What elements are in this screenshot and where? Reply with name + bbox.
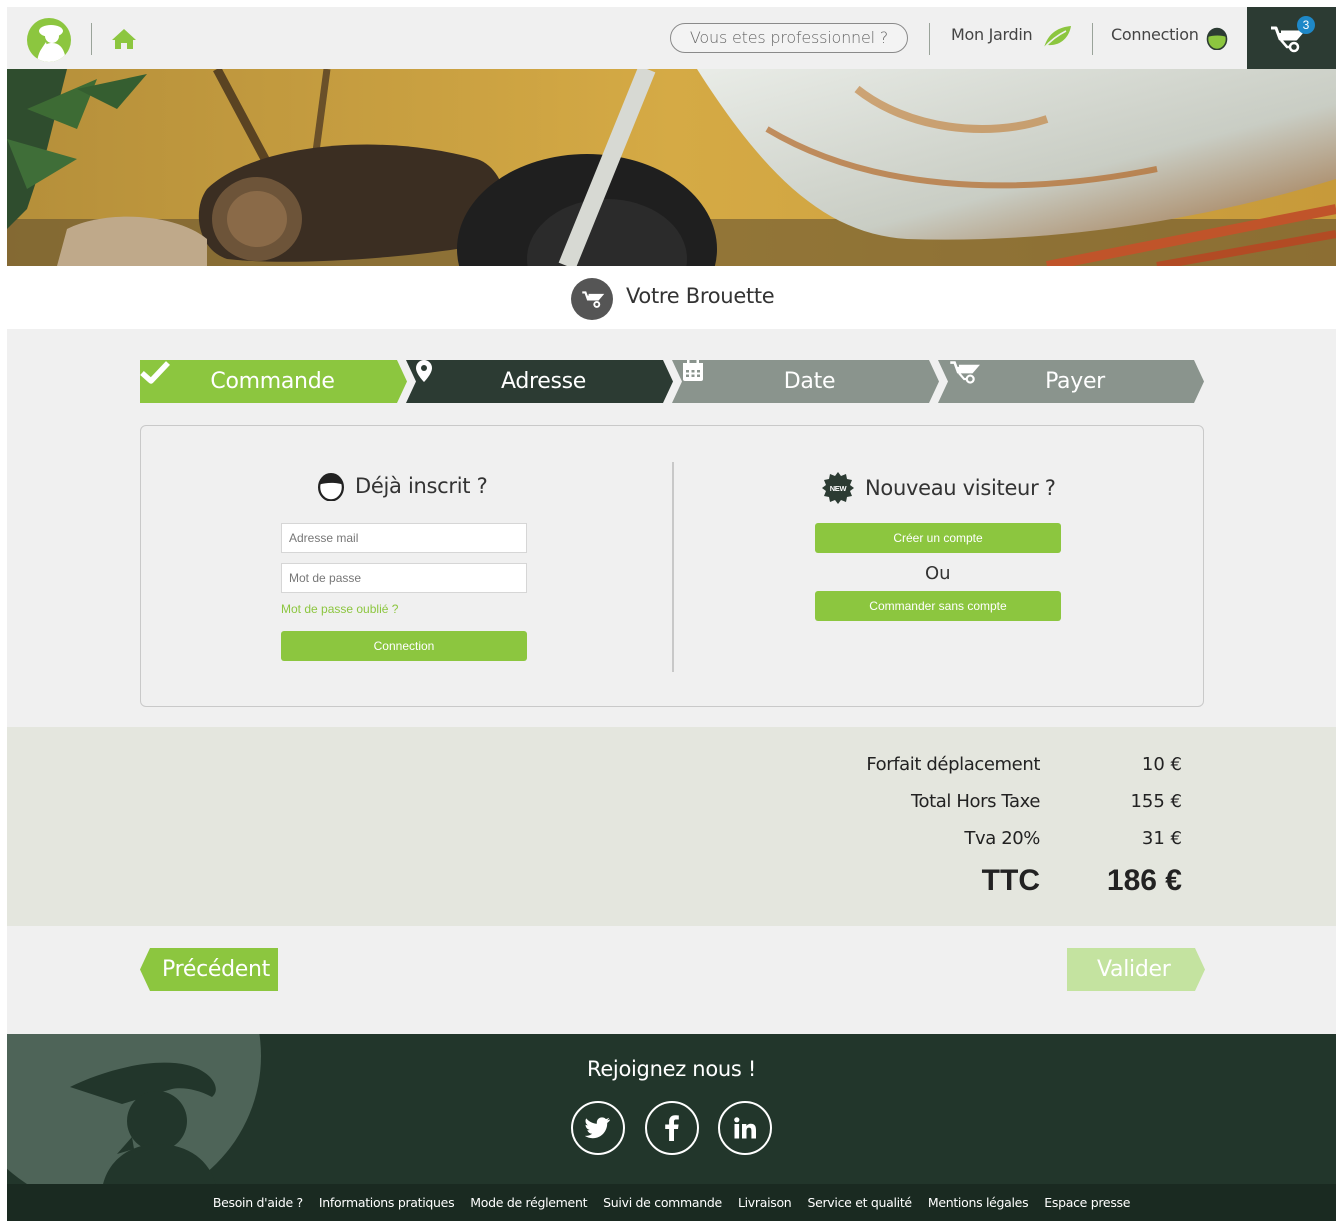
join-us-title: Rejoignez nous !	[586, 1057, 757, 1081]
twitter-link[interactable]	[571, 1101, 625, 1155]
previous-label: Précédent	[162, 957, 270, 982]
page-title-strip: Votre Brouette	[7, 266, 1336, 329]
footer-link-order-tracking[interactable]: Suivi de commande	[603, 1195, 722, 1210]
forgot-password-link[interactable]: Mot de passe oublié ?	[281, 602, 398, 616]
professional-button[interactable]: Vous etes professionnel ?	[670, 23, 908, 53]
step-commande[interactable]: Commande	[140, 360, 407, 403]
password-input[interactable]	[281, 563, 527, 593]
my-garden-label: Mon Jardin	[951, 25, 1033, 44]
facebook-icon	[665, 1115, 679, 1141]
user-head-icon	[317, 471, 345, 501]
order-totals: Forfait déplacement 10 € Total Hors Taxe…	[7, 727, 1336, 926]
footer-link-press[interactable]: Espace presse	[1044, 1195, 1130, 1210]
user-head-icon	[1206, 26, 1228, 55]
email-input[interactable]	[281, 523, 527, 553]
footer-link-quality[interactable]: Service et qualité	[807, 1195, 912, 1210]
new-visitor-title-text: Nouveau visiteur ?	[865, 476, 1056, 500]
home-icon[interactable]	[111, 27, 137, 51]
cart-count-badge: 3	[1297, 16, 1315, 34]
travel-fee-value: 10 €	[1141, 754, 1182, 775]
tva-label: Tva 20%	[964, 828, 1040, 849]
my-garden-link[interactable]: Mon Jardin	[951, 25, 1033, 44]
connection-link[interactable]: Connection	[1111, 25, 1199, 44]
twitter-icon	[585, 1117, 610, 1139]
create-account-button[interactable]: Créer un compte	[815, 523, 1061, 553]
step-label: Commande	[210, 369, 335, 394]
step-adresse[interactable]: Adresse	[406, 360, 673, 403]
guest-order-button[interactable]: Commander sans compte	[815, 591, 1061, 621]
new-badge-text: NEW	[830, 484, 848, 493]
cart-button[interactable]: 3	[1247, 7, 1336, 69]
new-badge-icon: NEW	[821, 471, 855, 505]
header-divider	[1092, 23, 1093, 55]
total-ht-label: Total Hors Taxe	[910, 791, 1040, 812]
validate-label: Valider	[1097, 957, 1171, 982]
page: Vous etes professionnel ? Mon Jardin Con…	[7, 7, 1336, 1221]
ttc-label: TTC	[981, 864, 1040, 897]
leaf-icon	[1042, 24, 1072, 55]
linkedin-link[interactable]	[718, 1101, 772, 1155]
or-separator: Ou	[925, 563, 951, 584]
linkedin-icon	[734, 1117, 756, 1139]
footer-link-legal[interactable]: Mentions légales	[928, 1195, 1029, 1210]
step-payer[interactable]: Payer	[938, 360, 1204, 403]
validate-button[interactable]: Valider	[1067, 948, 1205, 996]
step-label: Adresse	[500, 369, 587, 394]
hero-banner-image	[7, 69, 1336, 266]
step-date[interactable]: Date	[672, 360, 939, 403]
wheelbarrow-icon	[571, 278, 613, 320]
login-title-text: Déjà inscrit ?	[355, 474, 488, 498]
footer-link-practical-info[interactable]: Informations pratiques	[319, 1195, 455, 1210]
gardener-logo-icon[interactable]	[27, 18, 71, 62]
top-bar: Vous etes professionnel ? Mon Jardin Con…	[7, 7, 1336, 69]
step-label: Payer	[1045, 369, 1105, 394]
travel-fee-label: Forfait déplacement	[866, 754, 1040, 775]
footer-links: Besoin d'aide ? Informations pratiques M…	[7, 1184, 1336, 1221]
footer-link-delivery[interactable]: Livraison	[738, 1195, 792, 1210]
tva-value: 31 €	[1141, 828, 1182, 849]
login-title: Déjà inscrit ?	[317, 471, 488, 501]
new-visitor-title: NEW Nouveau visiteur ?	[821, 471, 1056, 505]
checkout-steps: Commande Adresse Date Payer	[140, 360, 1204, 403]
panel-divider	[672, 462, 674, 672]
total-ht-value: 155 €	[1130, 791, 1182, 812]
ttc-value: 186 €	[1106, 864, 1182, 897]
footer: Rejoignez nous !	[7, 1034, 1336, 1184]
step-navigation: Précédent Valider	[7, 926, 1336, 1034]
facebook-link[interactable]	[645, 1101, 699, 1155]
step-label: Date	[783, 369, 836, 394]
footer-link-payment[interactable]: Mode de réglement	[470, 1195, 587, 1210]
login-button[interactable]: Connection	[281, 631, 527, 661]
previous-button[interactable]: Précédent	[140, 948, 278, 996]
header-divider	[91, 23, 92, 55]
footer-link-help[interactable]: Besoin d'aide ?	[213, 1195, 303, 1210]
page-title: Votre Brouette	[626, 284, 775, 308]
account-panel: Déjà inscrit ? Mot de passe oublié ? Con…	[140, 425, 1204, 707]
connection-label: Connection	[1111, 25, 1199, 44]
header-divider	[929, 23, 930, 55]
